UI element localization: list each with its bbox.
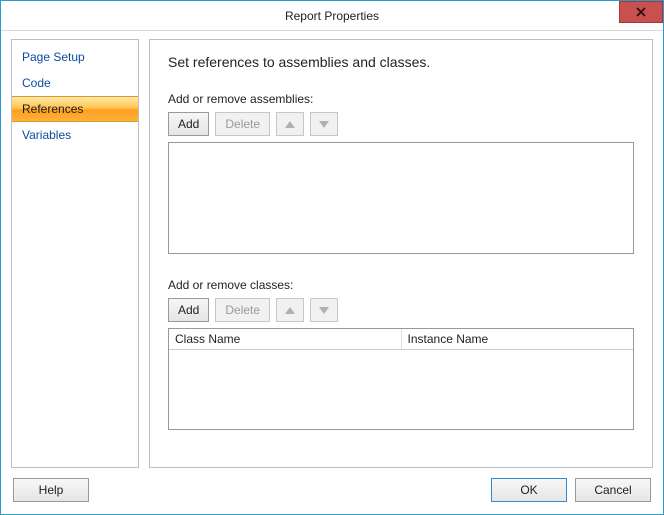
classes-move-down-button[interactable] (310, 298, 338, 322)
sidebar-item-code[interactable]: Code (12, 70, 138, 96)
assemblies-move-up-button[interactable] (276, 112, 304, 136)
sidebar: Page Setup Code References Variables (11, 39, 139, 468)
assemblies-delete-button[interactable]: Delete (215, 112, 270, 136)
classes-add-button[interactable]: Add (168, 298, 209, 322)
arrow-up-icon (285, 307, 295, 314)
assemblies-add-button[interactable]: Add (168, 112, 209, 136)
column-header-class-name[interactable]: Class Name (169, 329, 402, 349)
assemblies-label: Add or remove assemblies: (168, 92, 634, 106)
close-button[interactable] (619, 1, 663, 23)
classes-grid-header: Class Name Instance Name (169, 329, 633, 350)
window-title: Report Properties (1, 9, 663, 23)
cancel-button[interactable]: Cancel (575, 478, 651, 502)
dialog-window: Report Properties Page Setup Code Refere… (0, 0, 664, 515)
assemblies-toolbar: Add Delete (168, 112, 634, 136)
page-heading: Set references to assemblies and classes… (168, 54, 634, 70)
arrow-up-icon (285, 121, 295, 128)
sidebar-item-page-setup[interactable]: Page Setup (12, 44, 138, 70)
titlebar: Report Properties (1, 1, 663, 31)
close-icon (636, 7, 646, 17)
dialog-body: Page Setup Code References Variables Set… (1, 31, 663, 468)
arrow-down-icon (319, 121, 329, 128)
classes-move-up-button[interactable] (276, 298, 304, 322)
content-panel: Set references to assemblies and classes… (149, 39, 653, 468)
arrow-down-icon (319, 307, 329, 314)
assemblies-listbox[interactable] (168, 142, 634, 254)
classes-grid[interactable]: Class Name Instance Name (168, 328, 634, 430)
assemblies-move-down-button[interactable] (310, 112, 338, 136)
help-button[interactable]: Help (13, 478, 89, 502)
sidebar-item-variables[interactable]: Variables (12, 122, 138, 148)
column-header-instance-name[interactable]: Instance Name (402, 329, 634, 349)
classes-toolbar: Add Delete (168, 298, 634, 322)
dialog-footer: Help OK Cancel (1, 468, 663, 514)
sidebar-item-references[interactable]: References (12, 96, 138, 122)
ok-button[interactable]: OK (491, 478, 567, 502)
classes-delete-button[interactable]: Delete (215, 298, 270, 322)
classes-label: Add or remove classes: (168, 278, 634, 292)
